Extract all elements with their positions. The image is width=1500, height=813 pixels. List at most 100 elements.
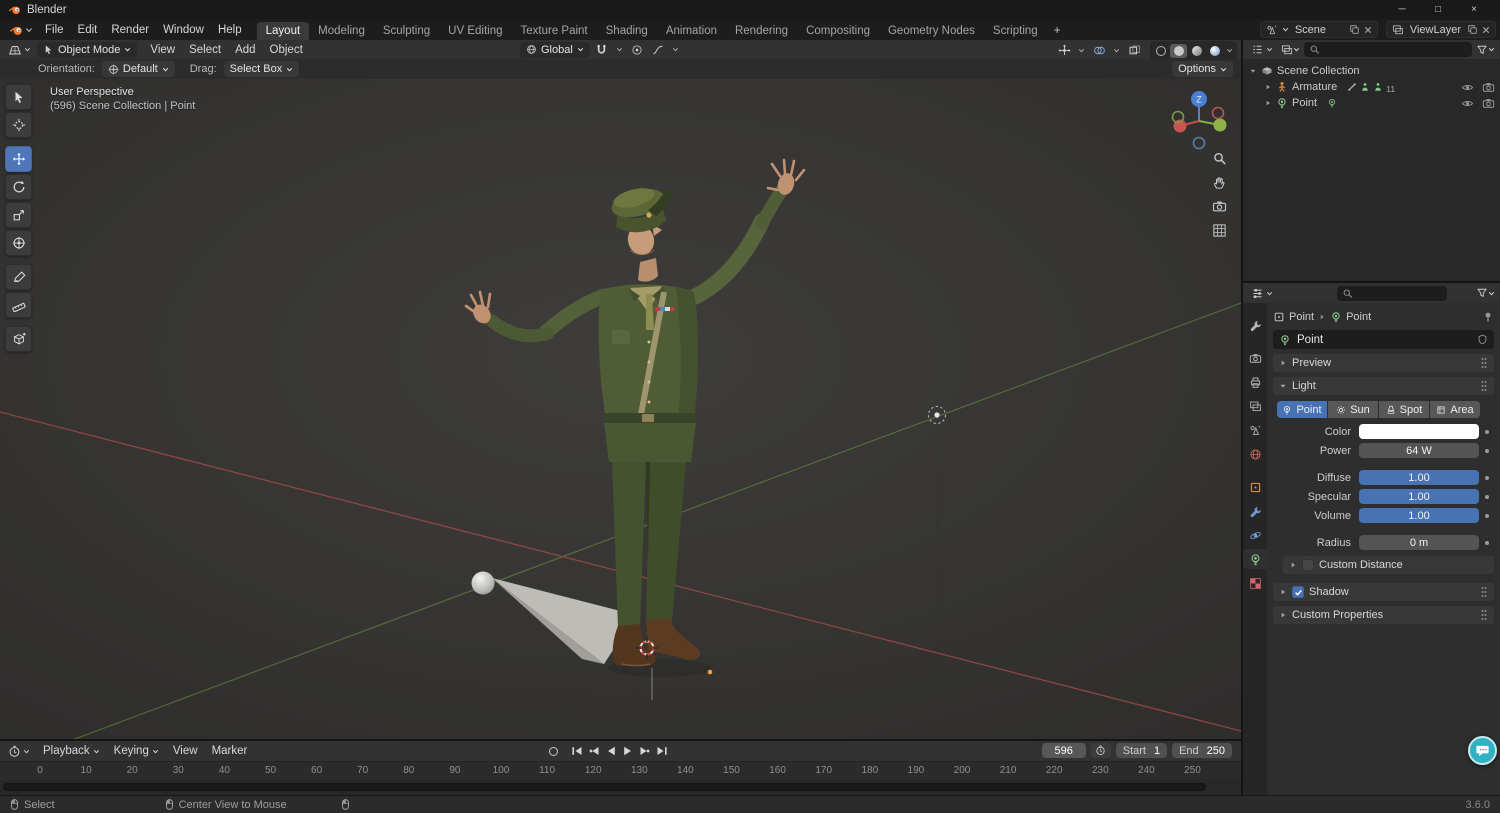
timeline-menu-item[interactable]: View [166,744,205,758]
mode-selector[interactable]: Object Mode [37,41,138,58]
editor-type-button-outliner[interactable] [1247,43,1277,56]
scene-selector[interactable]: Scene [1259,21,1378,38]
panel-custom-properties-header[interactable]: Custom Properties [1273,606,1494,624]
workspace-tab[interactable]: Modeling [309,22,374,40]
workspace-tab[interactable]: Geometry Nodes [879,22,984,40]
disable-render-camera-icon[interactable] [1482,81,1495,94]
expand-arrow-icon[interactable] [1264,99,1272,107]
panel-drag-dots-icon[interactable] [1480,357,1488,369]
panel-custom-distance-header[interactable]: Custom Distance [1283,556,1494,574]
outliner-search-input[interactable] [1304,42,1472,57]
pin-id-button[interactable] [1482,310,1494,322]
pan-hand-icon[interactable] [1212,175,1227,190]
jump-to-start-button[interactable] [569,743,584,759]
play-reverse-button[interactable] [603,743,618,759]
animate-dot[interactable] [1479,475,1494,480]
light-type-spot-button[interactable]: Spot [1379,401,1429,418]
properties-tab-tool[interactable] [1243,315,1267,335]
current-frame-field[interactable]: 596 [1041,743,1086,758]
tool-scale[interactable] [5,202,32,228]
radius-field[interactable]: 0 m [1359,535,1479,550]
viewport-menu-item[interactable]: Add [228,43,262,57]
properties-tab-object-data[interactable] [1243,549,1267,569]
tool-annotate[interactable] [5,264,32,290]
panel-drag-dots-icon[interactable] [1480,586,1488,598]
properties-tab-scene[interactable] [1243,420,1267,440]
viewport-menu-item[interactable]: Select [182,43,228,57]
menubar-item[interactable]: Window [156,22,211,38]
properties-tab-modifiers[interactable] [1243,501,1267,521]
viewport-3d[interactable]: User Perspective (596) Scene Collection … [0,79,1241,739]
editor-type-button-viewport[interactable] [4,43,35,57]
expand-arrow-icon[interactable] [1249,67,1257,75]
properties-search-input[interactable] [1337,285,1447,301]
new-scene-icon[interactable] [1349,24,1360,35]
light-color-swatch[interactable] [1359,424,1479,439]
minimize-button[interactable]: ─ [1384,0,1420,19]
workspace-tab[interactable]: Scripting [984,22,1047,40]
xray-toggle[interactable] [1125,42,1143,59]
properties-tab-texture[interactable] [1243,573,1267,593]
specular-slider[interactable]: 1.00 [1359,489,1479,504]
outliner-row-armature[interactable]: Armature 11 [1243,79,1500,95]
gizmo-x-neg-axis[interactable] [1211,106,1225,120]
menubar-item[interactable]: File [38,22,71,38]
gizmo-z-neg-axis[interactable] [1192,136,1206,150]
animate-dot[interactable] [1479,448,1494,453]
gizmo-y-axis[interactable] [1213,118,1227,132]
workspace-tab[interactable]: Sculpting [374,22,439,40]
remove-view-layer-icon[interactable] [1482,26,1490,34]
menubar-item[interactable]: Render [104,22,156,38]
outliner-row-point[interactable]: Point [1243,95,1500,111]
snap-options-button[interactable] [614,41,625,58]
unlink-scene-icon[interactable] [1364,26,1372,34]
blender-menu-button[interactable] [4,19,38,40]
workspace-tab[interactable]: UV Editing [439,22,511,40]
properties-tab-view-layer[interactable] [1243,396,1267,416]
new-view-layer-icon[interactable] [1467,24,1478,35]
display-mode-button[interactable] [1280,41,1301,58]
tool-add-cube[interactable] [5,326,32,352]
panel-light-header[interactable]: Light [1273,377,1494,395]
light-type-area-button[interactable]: Area [1430,401,1480,418]
show-overlays-toggle[interactable] [1090,42,1108,59]
light-type-sun-button[interactable]: Sun [1328,401,1378,418]
proportional-falloff-button[interactable] [649,41,667,58]
toggle-ortho-grid-icon[interactable] [1212,223,1227,238]
disable-render-camera-icon[interactable] [1482,97,1495,110]
menubar-item[interactable]: Help [211,22,249,38]
viewport-menu-item[interactable]: View [143,43,182,57]
workspace-tab[interactable]: Compositing [797,22,879,40]
camera-view-icon[interactable] [1212,199,1227,214]
timeline-menu-item[interactable]: Keying [107,744,166,758]
tool-cursor[interactable] [5,112,32,138]
animate-dot[interactable] [1479,429,1494,434]
workspace-tab[interactable]: Texture Paint [512,22,597,40]
sphere-object[interactable] [471,571,495,595]
hide-viewport-eye-icon[interactable] [1461,97,1474,110]
tool-rotate[interactable] [5,174,32,200]
timeline-scrollbar[interactable] [3,783,1206,791]
fake-user-button[interactable] [1477,334,1488,346]
workspace-tab[interactable]: Shading [597,22,657,40]
shadow-checkbox[interactable] [1292,586,1304,598]
volume-slider[interactable]: 1.00 [1359,508,1479,523]
panel-shadow-header[interactable]: Shadow [1273,583,1494,601]
light-type-point-button[interactable]: Point [1277,401,1327,418]
navigation-gizmo[interactable]: Z [1167,87,1231,151]
timeline-menu-item[interactable]: Marker [205,744,255,758]
shading-solid-button[interactable] [1170,43,1187,58]
tool-select-box[interactable] [5,84,32,110]
tool-move[interactable] [5,146,32,172]
next-keyframe-button[interactable] [637,743,652,759]
assistant-chat-button[interactable] [1468,736,1497,765]
view-layer-selector[interactable]: ViewLayer [1385,21,1496,38]
proportional-editing-toggle[interactable] [628,41,646,58]
panel-preview-header[interactable]: Preview [1273,354,1494,372]
properties-filter-button[interactable] [1475,285,1496,302]
properties-tab-object[interactable] [1243,477,1267,497]
breadcrumb-data[interactable]: Point [1346,311,1371,323]
maximize-button[interactable]: □ [1420,0,1456,19]
animate-dot[interactable] [1479,540,1494,545]
close-button[interactable]: × [1456,0,1492,19]
